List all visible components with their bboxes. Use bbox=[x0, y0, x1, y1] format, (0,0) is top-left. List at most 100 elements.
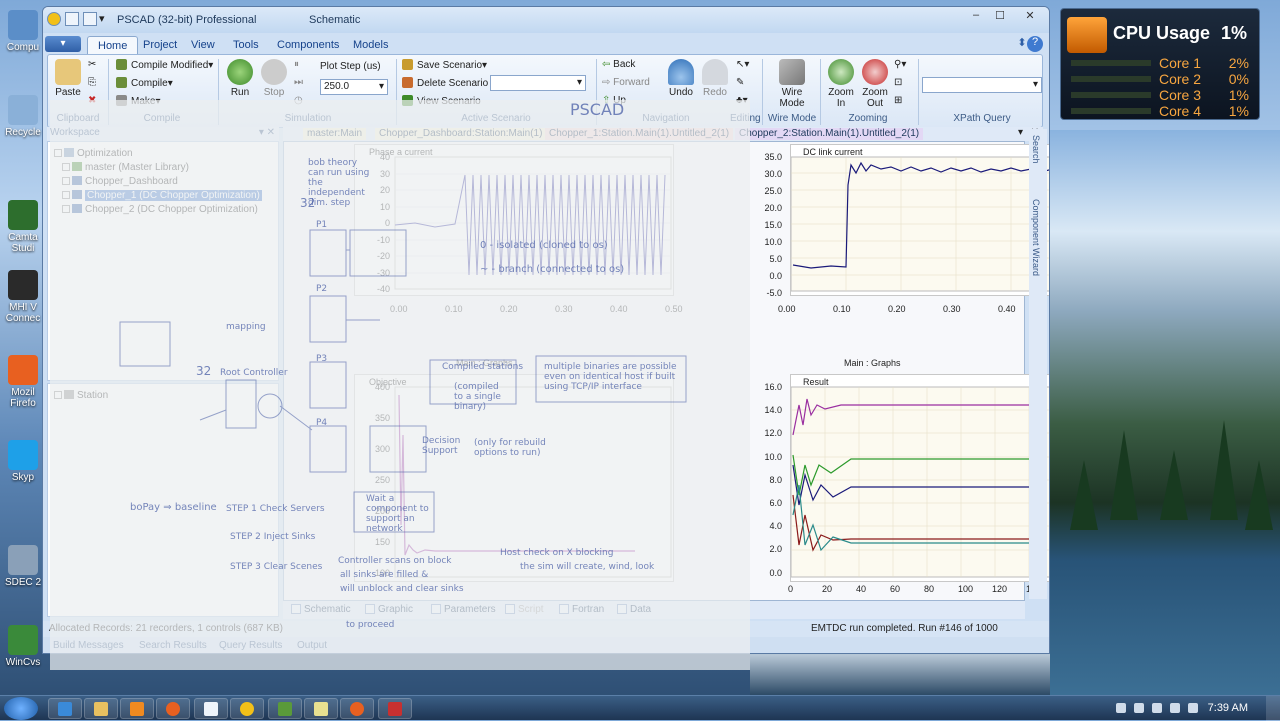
tab-tools[interactable]: Tools bbox=[223, 36, 269, 55]
tab-chopper-dashboard[interactable]: Chopper_Dashboard:Station:Main(1) bbox=[375, 128, 547, 140]
back-button[interactable]: ⇦ Back bbox=[602, 59, 635, 70]
tab-project[interactable]: Project bbox=[133, 36, 187, 55]
tab-home[interactable]: Home bbox=[87, 36, 139, 55]
edit-tool-icon[interactable]: ✎ bbox=[736, 77, 744, 88]
view-scenario-button[interactable]: View Scenario bbox=[402, 95, 481, 107]
tree-item-chopper-2[interactable]: Chopper_2 (DC Chopper Optimization) bbox=[62, 204, 258, 217]
tab-parameters[interactable]: Parameters bbox=[431, 604, 496, 615]
tray-volume-icon[interactable] bbox=[1188, 703, 1198, 713]
tree-item-optimization[interactable]: Optimization bbox=[54, 148, 133, 161]
tab-script[interactable]: Script bbox=[505, 604, 544, 615]
desktop-icon[interactable]: Compu bbox=[0, 10, 46, 53]
station-tree[interactable]: Station bbox=[47, 383, 279, 617]
save-scenario-button[interactable]: Save Scenario▾ bbox=[402, 59, 487, 71]
taskbar-window[interactable] bbox=[194, 698, 228, 719]
tree-item-master[interactable]: master (Master Library) bbox=[62, 162, 189, 175]
make-button[interactable]: Make▾ bbox=[116, 95, 160, 107]
compile-modified-button[interactable]: Compile Modified▾ bbox=[116, 59, 213, 71]
close-button[interactable]: ✕ bbox=[1017, 9, 1043, 25]
xpath-query-input[interactable]: ▾ bbox=[922, 77, 1042, 93]
cpu-usage-gadget[interactable]: CPU Usage 1% Core 1 2% Core 2 0% Core 3 1% … bbox=[1060, 8, 1260, 120]
zoom-select-icon[interactable]: ⊞ bbox=[894, 95, 902, 106]
delete-scenario-button[interactable]: Delete Scenario bbox=[402, 77, 488, 89]
misc-tool-icon[interactable]: ♣▾ bbox=[736, 95, 748, 106]
result-plot[interactable]: Result bbox=[790, 374, 1049, 582]
tray-network-icon[interactable] bbox=[1170, 703, 1180, 713]
show-desktop-button[interactable] bbox=[1266, 696, 1280, 721]
save-icon[interactable] bbox=[83, 12, 97, 26]
tree-item-chopper-1[interactable]: Chopper_1 (DC Chopper Optimization) bbox=[62, 190, 262, 203]
wire-mode-button[interactable]: Wire Mode bbox=[768, 59, 816, 109]
help-icon[interactable]: ? bbox=[1027, 36, 1043, 52]
undo-button[interactable]: Undo bbox=[664, 59, 698, 98]
tree-item-chopper-dashboard[interactable]: Chopper_Dashboard bbox=[62, 176, 178, 189]
tray-flag-icon[interactable] bbox=[1134, 703, 1144, 713]
app-logo-icon[interactable] bbox=[47, 12, 61, 26]
taskbar-firefox-2[interactable] bbox=[340, 698, 374, 719]
tree-item-station[interactable]: Station bbox=[54, 390, 108, 403]
tab-view[interactable]: View bbox=[181, 36, 225, 55]
desktop-icon[interactable]: Camta Studi bbox=[0, 200, 46, 254]
tray-arrow-icon[interactable] bbox=[1116, 703, 1126, 713]
objective-plot[interactable]: Objective bbox=[354, 374, 674, 582]
taskbar-media[interactable] bbox=[120, 698, 154, 719]
scenario-select[interactable]: ▾ bbox=[490, 75, 586, 91]
schematic-canvas[interactable]: Phase a current 40 30 20 10 0 -10 -20 -30 -40 0.… bbox=[283, 141, 1049, 601]
tab-list-icon[interactable]: ▾ bbox=[1018, 127, 1023, 138]
tab-chopper-2[interactable]: Chopper_2:Station.Main(1).Untitled_2(1) bbox=[735, 128, 924, 140]
taskbar-notes[interactable] bbox=[304, 698, 338, 719]
tab-models[interactable]: Models bbox=[343, 36, 398, 55]
up-button[interactable]: ⇧ Up bbox=[602, 95, 626, 106]
taskbar-pscad[interactable] bbox=[230, 698, 264, 719]
taskbar-explorer[interactable] bbox=[84, 698, 118, 719]
run-button[interactable]: Run bbox=[224, 59, 256, 98]
desktop-icon[interactable]: SDEC 2 bbox=[0, 545, 46, 588]
tab-query-results[interactable]: Query Results bbox=[219, 640, 282, 651]
tab-chopper-1[interactable]: Chopper_1:Station.Main(1).Untitled_2(1) bbox=[545, 128, 734, 140]
select-icon[interactable]: ↖▾ bbox=[736, 59, 749, 70]
application-menu-button[interactable]: ▾ bbox=[45, 36, 81, 52]
forward-button[interactable]: ⇨ Forward bbox=[602, 77, 650, 88]
tab-data[interactable]: Data bbox=[617, 604, 651, 615]
pause-icon[interactable]: ⏸ bbox=[294, 59, 299, 70]
delete-icon[interactable]: ✖ bbox=[88, 95, 96, 106]
maximize-button[interactable]: ☐ bbox=[987, 9, 1013, 25]
phase-current-plot[interactable]: Phase a current bbox=[354, 144, 674, 296]
clock[interactable]: 7:39 AM bbox=[1208, 702, 1248, 714]
redo-button[interactable]: Redo bbox=[698, 59, 732, 98]
tab-schematic[interactable]: Schematic bbox=[291, 604, 351, 615]
start-button[interactable] bbox=[4, 697, 38, 720]
tab-output[interactable]: Output bbox=[297, 640, 327, 651]
minimize-button[interactable]: – bbox=[963, 9, 989, 25]
snapshot-icon[interactable]: ◷ bbox=[294, 95, 303, 106]
workspace-tree[interactable]: Optimization master (Master Library) Cho… bbox=[47, 141, 279, 381]
taskbar-firefox[interactable] bbox=[156, 698, 190, 719]
pin-icon[interactable]: ▾ ✕ bbox=[259, 127, 275, 138]
tab-search-results[interactable]: Search Results bbox=[139, 640, 207, 651]
zoom-in-button[interactable]: Zoom In bbox=[824, 59, 858, 109]
dc-link-current-plot[interactable]: DC link current bbox=[790, 144, 1049, 296]
tab-graphic[interactable]: Graphic bbox=[365, 604, 413, 615]
step-icon[interactable]: ⏭ bbox=[294, 77, 303, 88]
tab-master-main[interactable]: master:Main bbox=[303, 128, 367, 140]
tray-battery-icon[interactable] bbox=[1152, 703, 1162, 713]
cut-icon[interactable]: ✂ bbox=[88, 59, 96, 70]
plot-step-input[interactable]: 250.0 ▾ bbox=[320, 79, 388, 95]
taskbar-ie[interactable] bbox=[48, 698, 82, 719]
desktop-icon[interactable]: Skyp bbox=[0, 440, 46, 483]
tab-search[interactable]: Search bbox=[1031, 135, 1041, 164]
desktop-icon[interactable]: WinCvs bbox=[0, 625, 46, 668]
tab-build-messages[interactable]: Build Messages bbox=[53, 640, 124, 651]
taskbar-recorder[interactable] bbox=[378, 698, 412, 719]
new-icon[interactable] bbox=[65, 12, 79, 26]
stop-button[interactable]: Stop bbox=[258, 59, 290, 98]
desktop-icon[interactable]: Mozil Firefo bbox=[0, 355, 46, 409]
compile-button[interactable]: Compile▾ bbox=[116, 77, 173, 89]
paste-button[interactable]: Paste bbox=[52, 59, 84, 98]
taskbar-app[interactable] bbox=[268, 698, 302, 719]
copy-icon[interactable]: ⎘ bbox=[88, 77, 96, 88]
tab-component-wizard[interactable]: Component Wizard bbox=[1031, 199, 1041, 276]
chevron-down-icon[interactable]: ▾ bbox=[99, 12, 109, 26]
tab-fortran[interactable]: Fortran bbox=[559, 604, 604, 615]
tab-components[interactable]: Components bbox=[267, 36, 349, 55]
